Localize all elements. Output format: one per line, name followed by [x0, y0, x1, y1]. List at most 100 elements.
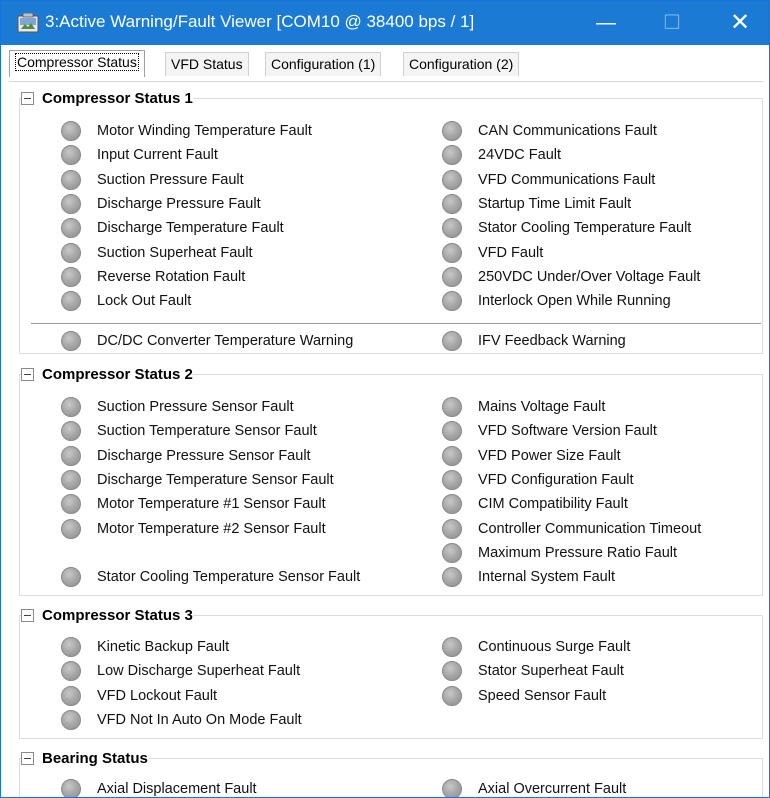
- status-indicator: [61, 541, 97, 565]
- status-led-icon: [442, 169, 462, 190]
- status-indicator: Suction Temperature Sensor Fault: [61, 419, 317, 443]
- status-indicator: Mains Voltage Fault: [442, 395, 605, 419]
- status-led-icon: [61, 193, 81, 214]
- warning-fault-viewer-window: 3:Active Warning/Fault Viewer [COM10 @ 3…: [0, 0, 770, 798]
- status-led-icon: [442, 397, 462, 417]
- status-indicator: CIM Compatibility Fault: [442, 492, 628, 516]
- status-led-icon: [61, 661, 81, 682]
- status-led-icon: [61, 779, 81, 797]
- status-led-icon: [442, 542, 462, 563]
- status-led-icon: [442, 685, 462, 706]
- group-title: Compressor Status 2: [42, 365, 193, 383]
- indicator-dcdc-converter-warning: DC/DC Converter Temperature Warning: [61, 329, 353, 353]
- collapse-icon[interactable]: [21, 608, 34, 622]
- status-led-icon: [61, 169, 81, 190]
- status-led-icon: [442, 291, 462, 312]
- indicator-label: Motor Temperature #2 Sensor Fault: [97, 520, 326, 537]
- collapse-icon[interactable]: [21, 751, 34, 765]
- indicator-label: Kinetic Backup Fault: [97, 639, 230, 655]
- collapse-icon[interactable]: [21, 367, 34, 381]
- tab-strip: Compressor Status VFD Status Configurati…: [1, 45, 769, 81]
- status-indicator: Input Current Fault: [61, 143, 218, 167]
- tab-compressor-status[interactable]: Compressor Status: [9, 50, 145, 77]
- indicator-label: Suction Temperature Sensor Fault: [97, 423, 317, 440]
- indicator-label: VFD Software Version Fault: [478, 423, 657, 440]
- status-led-icon: [61, 397, 81, 417]
- indicator-label: VFD Not In Auto On Mode Fault: [97, 711, 302, 728]
- indicator-label: Continuous Surge Fault: [478, 639, 631, 655]
- status-led-icon: [61, 145, 81, 166]
- tab-configuration-2[interactable]: Configuration (2): [403, 52, 520, 76]
- status-indicator: Low Discharge Superheat Fault: [61, 659, 300, 683]
- status-indicator: Stator Superheat Fault: [442, 659, 624, 683]
- status-indicator: Suction Pressure Fault: [61, 168, 244, 192]
- indicator-label: Stator Cooling Temperature Fault: [478, 220, 692, 237]
- status-indicator: 24VDC Fault: [442, 143, 561, 167]
- app-icon: [17, 13, 39, 33]
- tab-label: VFD Status: [171, 56, 243, 72]
- status-indicator: VFD Lockout Fault: [61, 684, 217, 708]
- status-indicator: Discharge Pressure Sensor Fault: [61, 444, 311, 468]
- indicator-label: Mains Voltage Fault: [478, 399, 606, 415]
- status-indicator: 250VDC Under/Over Voltage Fault: [442, 265, 700, 289]
- status-led-icon: [442, 445, 462, 466]
- indicator-label: Discharge Temperature Fault: [97, 220, 284, 237]
- close-button[interactable]: ✕: [713, 1, 767, 45]
- indicator-label: Startup Time Limit Fault: [478, 195, 632, 212]
- status-indicator: VFD Fault: [442, 241, 543, 265]
- title-bar[interactable]: 3:Active Warning/Fault Viewer [COM10 @ 3…: [1, 1, 769, 45]
- group-title: Compressor Status 3: [42, 606, 193, 624]
- minimize-button[interactable]: —: [579, 1, 633, 45]
- status-indicator: VFD Not In Auto On Mode Fault: [61, 708, 302, 732]
- status-led-icon: [442, 518, 462, 539]
- status-indicator: Internal System Fault: [442, 565, 615, 589]
- indicator-label: Controller Communication Timeout: [478, 520, 702, 537]
- indicator-label: Axial Displacement Fault: [97, 781, 257, 797]
- indicator-label: Axial Overcurrent Fault: [478, 781, 627, 797]
- tab-content-compressor-status: Compressor Status 1 Motor Winding Temper…: [1, 81, 769, 797]
- status-indicator: Motor Winding Temperature Fault: [61, 119, 312, 143]
- indicator-label: 24VDC Fault: [478, 147, 562, 164]
- indicator-label: Input Current Fault: [97, 147, 218, 164]
- indicator-label: CIM Compatibility Fault: [478, 496, 628, 513]
- maximize-button[interactable]: ☐: [645, 1, 699, 45]
- group-header-cs2[interactable]: Compressor Status 2: [21, 364, 193, 384]
- indicator-label: Lock Out Fault: [97, 293, 192, 310]
- status-led-icon: [442, 421, 462, 442]
- status-led-icon: [61, 242, 81, 263]
- status-led-icon: [442, 637, 462, 657]
- status-indicator: Suction Superheat Fault: [61, 241, 253, 265]
- status-led-icon: [442, 242, 462, 263]
- indicator-label: VFD Configuration Fault: [478, 471, 634, 488]
- status-indicator: Discharge Temperature Sensor Fault: [61, 468, 334, 492]
- status-led-icon: [61, 421, 81, 442]
- status-led-icon: [61, 121, 81, 141]
- indicator-label: IFV Feedback Warning: [478, 333, 626, 349]
- indicator-label: Suction Pressure Fault: [97, 171, 244, 188]
- group-header-cs1[interactable]: Compressor Status 1: [21, 88, 193, 108]
- status-led-icon: [442, 469, 462, 490]
- status-indicator: VFD Software Version Fault: [442, 419, 657, 443]
- group-header-bearing[interactable]: Bearing Status: [21, 748, 148, 768]
- status-indicator: VFD Power Size Fault: [442, 444, 621, 468]
- status-led-icon: [442, 121, 462, 141]
- status-indicator: Discharge Pressure Fault: [61, 192, 261, 216]
- status-indicator: Speed Sensor Fault: [442, 684, 606, 708]
- status-indicator: VFD Configuration Fault: [442, 468, 634, 492]
- collapse-icon[interactable]: [21, 91, 34, 105]
- status-indicator: Interlock Open While Running: [442, 289, 671, 313]
- tab-vfd-status[interactable]: VFD Status: [165, 52, 249, 76]
- status-led-icon: [442, 494, 462, 515]
- status-led-icon: [61, 494, 81, 515]
- status-indicator: CAN Communications Fault: [442, 119, 657, 143]
- group-header-cs3[interactable]: Compressor Status 3: [21, 605, 193, 625]
- indicator-label: Motor Temperature #1 Sensor Fault: [97, 496, 326, 513]
- indicator-label: VFD Fault: [478, 244, 544, 261]
- status-indicator: Kinetic Backup Fault: [61, 635, 229, 659]
- indicator-label: VFD Communications Fault: [478, 171, 656, 188]
- tab-configuration-1[interactable]: Configuration (1): [265, 52, 382, 76]
- indicator-label: Internal System Fault: [478, 569, 615, 586]
- status-indicator: Suction Pressure Sensor Fault: [61, 395, 294, 419]
- empty-slot: [61, 543, 81, 563]
- status-led-icon: [442, 331, 462, 351]
